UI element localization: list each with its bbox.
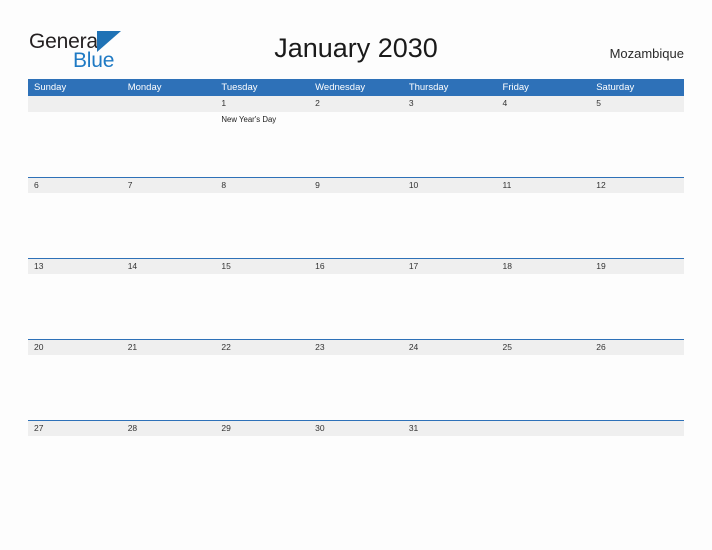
week-event-band: New Year's Day [28, 112, 684, 177]
week-date-band: 12345 [28, 96, 684, 112]
day-header-wednesday: Wednesday [315, 82, 366, 93]
day-cell-empty [403, 436, 497, 501]
day-number[interactable]: 9 [309, 178, 403, 193]
day-number[interactable]: 11 [497, 178, 591, 193]
country-label: Mozambique [609, 46, 684, 61]
day-cell-empty [590, 355, 684, 420]
day-number[interactable]: 15 [215, 259, 309, 274]
calendar-weeks: 1 2 3 4 5 New Year's Day 6 7 8 9 10 11 12 13 14 15 16 17 1… [28, 96, 684, 501]
day-number[interactable]: 29 [215, 421, 309, 436]
calendar-week-row: 13 14 15 16 17 18 19 [28, 258, 684, 339]
day-cell-empty [590, 436, 684, 501]
day-number[interactable]: 1 [215, 96, 309, 111]
day-cell-empty [28, 355, 122, 420]
calendar-week-row: 20 21 22 23 24 25 26 [28, 339, 684, 420]
day-cell-empty [497, 274, 591, 339]
day-number[interactable]: 18 [497, 259, 591, 274]
day-cell-empty [309, 436, 403, 501]
day-cell-empty [309, 112, 403, 177]
day-cell-empty [590, 112, 684, 177]
day-cell-empty [122, 193, 216, 258]
day-cell-empty [122, 274, 216, 339]
day-number [122, 96, 216, 111]
day-cell-empty [309, 355, 403, 420]
day-cell-empty [309, 274, 403, 339]
day-number[interactable]: 3 [403, 96, 497, 111]
day-cell-empty [403, 355, 497, 420]
day-cell-empty [309, 193, 403, 258]
day-number[interactable]: 12 [590, 178, 684, 193]
day-cell-empty [403, 112, 497, 177]
day-cell-empty [497, 436, 591, 501]
day-header-friday: Friday [502, 82, 529, 93]
day-number[interactable]: 30 [309, 421, 403, 436]
day-number [497, 421, 591, 436]
day-cell-empty [497, 193, 591, 258]
day-number[interactable]: 21 [122, 340, 216, 355]
day-cell-empty [590, 274, 684, 339]
day-number[interactable]: 28 [122, 421, 216, 436]
day-number [28, 96, 122, 111]
week-date-band: 20 21 22 23 24 25 26 [28, 339, 684, 355]
day-number[interactable]: 6 [28, 178, 122, 193]
day-number[interactable]: 16 [309, 259, 403, 274]
day-number[interactable]: 7 [122, 178, 216, 193]
day-of-week-header-row: Sunday Monday Tuesday Wednesday Thursday Frid… [28, 79, 684, 96]
page-header: General Blue January 2030 Mozambique [0, 0, 712, 79]
week-date-band: 27 28 29 30 31 [28, 420, 684, 436]
day-number[interactable]: 4 [497, 96, 591, 111]
day-cell-empty [28, 274, 122, 339]
day-cell-empty [215, 355, 309, 420]
week-date-band: 13 14 15 16 17 18 19 [28, 258, 684, 274]
week-event-band [28, 193, 684, 258]
week-event-band [28, 355, 684, 420]
day-cell-empty [590, 193, 684, 258]
day-number[interactable]: 2 [309, 96, 403, 111]
day-number[interactable]: 26 [590, 340, 684, 355]
day-number[interactable]: 10 [403, 178, 497, 193]
day-number[interactable]: 17 [403, 259, 497, 274]
day-cell-empty [403, 193, 497, 258]
day-number [590, 421, 684, 436]
week-event-band [28, 436, 684, 501]
day-number[interactable]: 25 [497, 340, 591, 355]
day-cell-empty [497, 112, 591, 177]
week-event-band [28, 274, 684, 339]
day-cell-empty [28, 112, 122, 177]
day-event-label: New Year's Day [221, 115, 277, 124]
day-header-saturday: Saturday [596, 82, 635, 93]
day-number[interactable]: 13 [28, 259, 122, 274]
day-header-tuesday: Tuesday [221, 82, 258, 93]
day-header-sunday: Sunday [34, 82, 67, 93]
day-cell-empty [122, 355, 216, 420]
day-number[interactable]: 24 [403, 340, 497, 355]
day-cell-empty [497, 355, 591, 420]
day-number[interactable]: 27 [28, 421, 122, 436]
day-number[interactable]: 31 [403, 421, 497, 436]
day-cell-empty [28, 193, 122, 258]
day-cell-empty [28, 436, 122, 501]
day-cell-empty [215, 436, 309, 501]
calendar-week-row: 6 7 8 9 10 11 12 [28, 177, 684, 258]
day-header-thursday: Thursday [408, 82, 449, 93]
day-cell-empty [122, 112, 216, 177]
day-number[interactable]: 19 [590, 259, 684, 274]
day-number[interactable]: 22 [215, 340, 309, 355]
day-number[interactable]: 5 [590, 96, 684, 111]
calendar-grid: Sunday Monday Tuesday Wednesday Thursday Frid… [28, 79, 684, 501]
calendar-week-row: 27 28 29 30 31 [28, 420, 684, 501]
day-number[interactable]: 20 [28, 340, 122, 355]
day-number[interactable]: 8 [215, 178, 309, 193]
calendar-week-row: 1 2 3 4 5 New Year's Day [28, 96, 684, 177]
day-number[interactable]: 14 [122, 259, 216, 274]
day-cell-empty [122, 436, 216, 501]
page-title: January 2030 [274, 33, 438, 63]
day-cell-empty [403, 274, 497, 339]
day-cell-empty [215, 193, 309, 258]
day-number[interactable]: 23 [309, 340, 403, 355]
day-cell-empty [215, 274, 309, 339]
day-header-monday: Monday [127, 82, 162, 93]
week-date-band: 6 7 8 9 10 11 12 [28, 177, 684, 193]
